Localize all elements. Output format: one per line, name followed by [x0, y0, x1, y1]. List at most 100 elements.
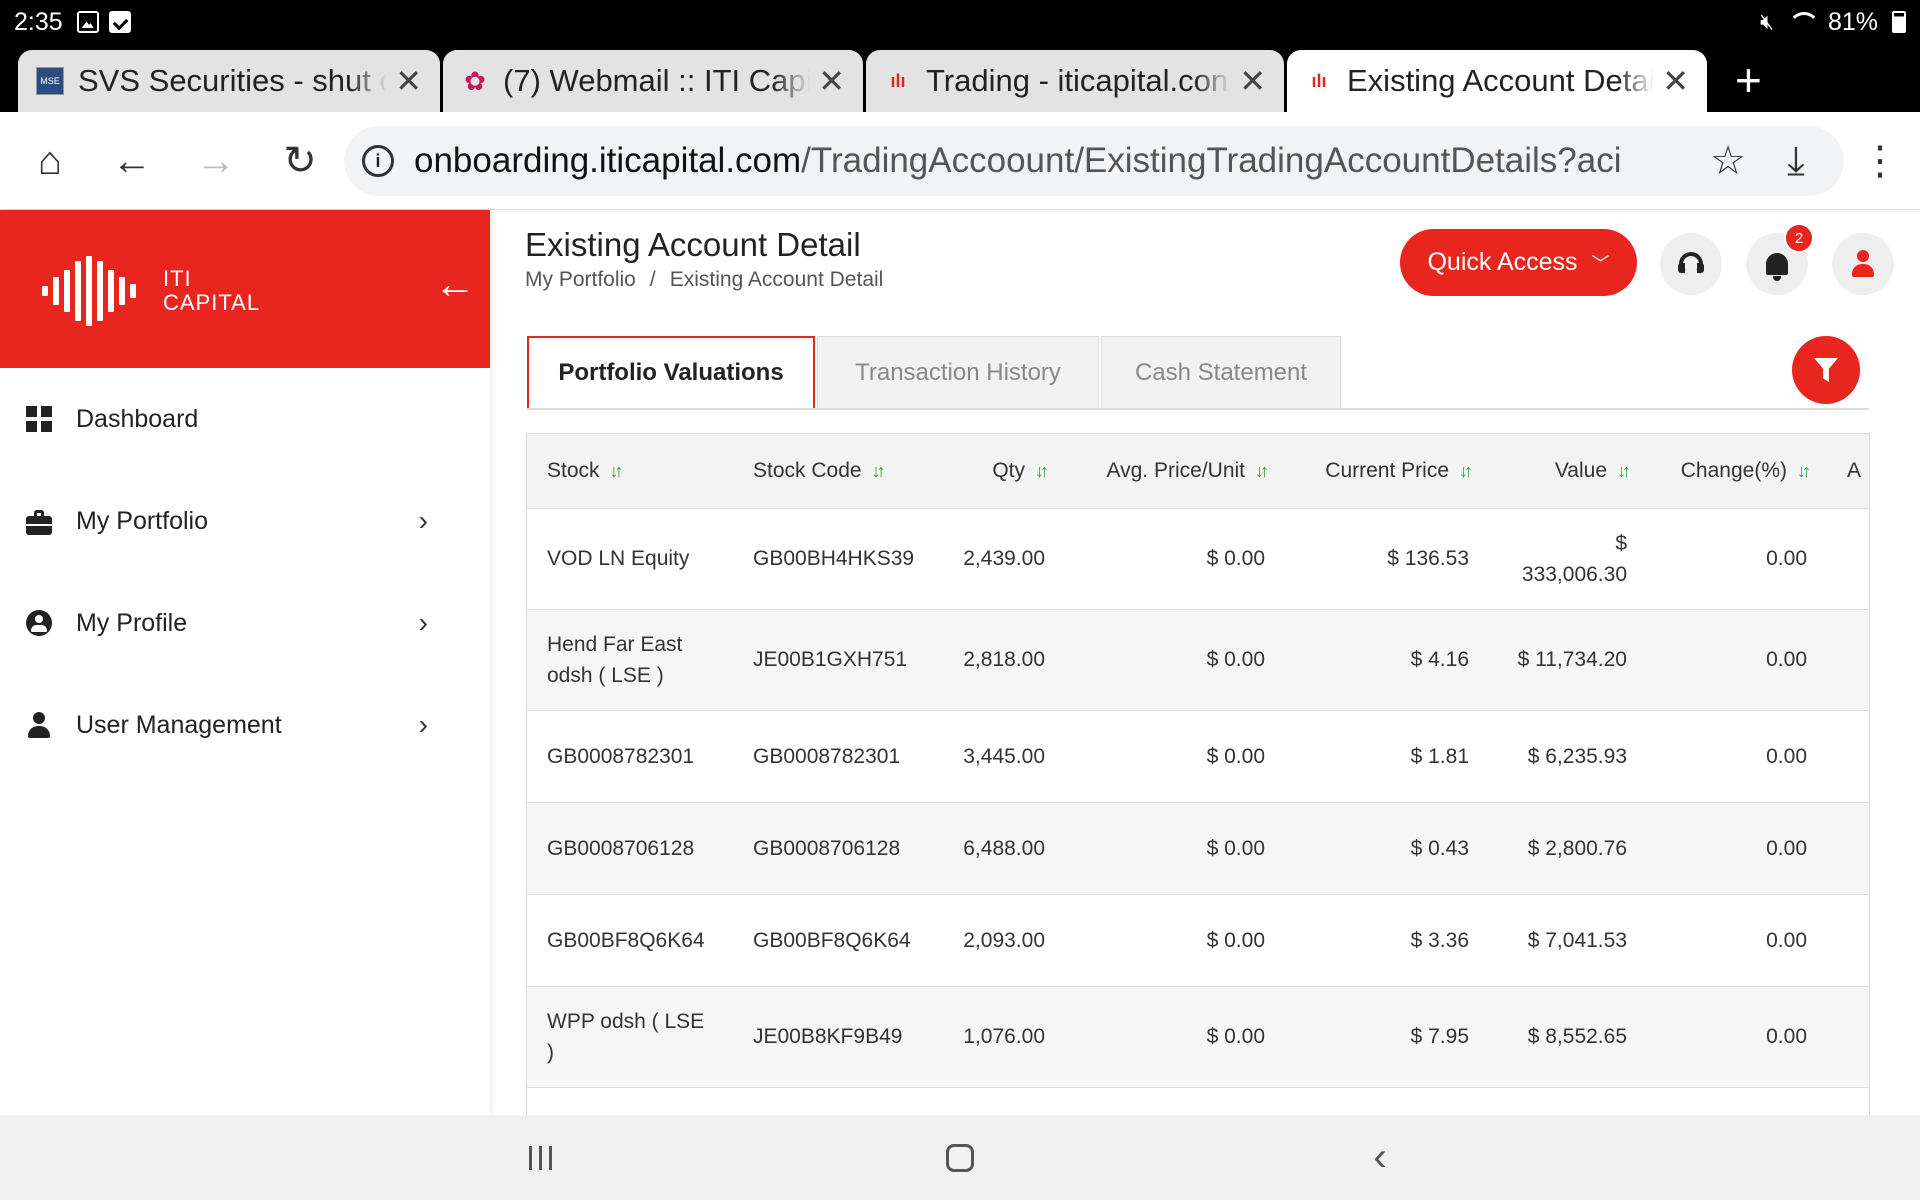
url-text[interactable]: onboarding.iticapital.com/TradingAccooun… — [414, 141, 1764, 181]
system-back-button[interactable]: ‹ — [1340, 1115, 1420, 1200]
collapse-sidebar-arrow-icon[interactable]: ← — [434, 260, 476, 308]
table-row[interactable]: VOD LN Equity GB00BH4HKS39 2,439.00 $ 0.… — [527, 508, 1869, 610]
cell-extra — [1827, 609, 1869, 711]
close-icon[interactable]: ✕ — [1662, 62, 1689, 100]
sort-arrows-icon[interactable]: ↓↑ — [1797, 461, 1811, 481]
tab-cash-statement[interactable]: Cash Statement — [1101, 336, 1341, 410]
table-row[interactable]: GB00BF8Q6K64 GB00BF8Q6K64 2,093.00 $ 0.0… — [527, 894, 1869, 987]
sidebar-item-my-portfolio[interactable]: My Portfolio › — [0, 470, 490, 572]
address-bar[interactable]: i onboarding.iticapital.com/TradingAccoo… — [344, 126, 1844, 196]
back-arrow-icon[interactable]: ← — [102, 112, 162, 210]
cell-avg-price: $ 0.00 — [1065, 508, 1285, 610]
new-tab-plus-icon[interactable]: + — [1735, 54, 1762, 106]
column-header-current-price[interactable]: Current Price ↓↑ — [1285, 434, 1489, 509]
cell-current-price: $ 3.36 — [1285, 894, 1489, 987]
cell-change: 0.00 — [1647, 802, 1827, 895]
chevron-down-icon: ﹀ — [1591, 253, 1610, 274]
sidebar-item-label: My Portfolio — [76, 506, 208, 535]
page-title: Existing Account Detail — [525, 226, 861, 263]
browser-tab-strip: MSE SVS Securities - shut d ✕ ✿ (7) Webm… — [0, 44, 1920, 112]
close-icon[interactable]: ✕ — [1239, 62, 1266, 100]
browser-tab-webmail[interactable]: ✿ (7) Webmail :: ITI Capi ✕ — [443, 50, 863, 112]
sidebar-item-user-management[interactable]: User Management › — [0, 674, 490, 776]
cell-stock-code: JE00B1GXH751 — [733, 609, 943, 711]
bell-icon — [1766, 253, 1788, 281]
user-account-button[interactable] — [1832, 233, 1894, 295]
browser-tab-existing-account[interactable]: ılı Existing Account Detai ✕ — [1287, 50, 1707, 112]
tab-title: Trading - iticapital.con — [926, 63, 1229, 98]
table-row[interactable] — [527, 1087, 1869, 1115]
close-icon[interactable]: ✕ — [395, 62, 422, 100]
sort-arrows-icon[interactable]: ↓↑ — [1035, 461, 1049, 481]
column-header-a[interactable]: A — [1827, 434, 1869, 509]
column-header-avg-price[interactable]: Avg. Price/Unit ↓↑ — [1065, 434, 1285, 509]
table-row[interactable]: WPP odsh ( LSE ) JE00B8KF9B49 1,076.00 $… — [527, 986, 1869, 1088]
breadcrumb: My Portfolio / Existing Account Detail — [525, 268, 883, 292]
forward-arrow-icon[interactable]: → — [186, 112, 246, 210]
logo-text-iti: ITI — [163, 266, 192, 291]
sort-arrows-icon[interactable]: ↓↑ — [872, 461, 886, 481]
reload-icon[interactable]: ↻ — [270, 112, 330, 210]
quick-access-button[interactable]: Quick Access ﹀ — [1400, 229, 1637, 296]
tab-title: SVS Securities - shut d — [78, 63, 388, 98]
site-info-icon[interactable]: i — [362, 145, 394, 177]
chevron-right-icon: › — [418, 709, 428, 740]
close-icon[interactable]: ✕ — [818, 62, 845, 100]
cell-current-price: $ 4.16 — [1285, 609, 1489, 711]
breadcrumb-current: Existing Account Detail — [669, 268, 884, 291]
bookmark-star-icon[interactable]: ☆ — [1700, 112, 1756, 210]
recent-apps-icon — [528, 1145, 552, 1170]
cell-qty: 3,445.00 — [943, 710, 1065, 803]
column-header-stock-code[interactable]: Stock Code ↓↑ — [733, 434, 943, 509]
chevron-right-icon: › — [418, 607, 428, 638]
browser-tab-svs[interactable]: MSE SVS Securities - shut d ✕ — [18, 50, 440, 112]
sort-arrows-icon[interactable]: ↓↑ — [610, 461, 624, 481]
cell-qty: 2,093.00 — [943, 894, 1065, 987]
column-header-change[interactable]: Change(%) ↓↑ — [1647, 434, 1827, 509]
portfolio-table-container[interactable]: Stock ↓↑ Stock Code ↓↑ Qty ↓↑ Avg. Price/Un… — [526, 433, 1870, 1115]
table-row[interactable]: Hend Far East odsh ( LSE ) JE00B1GXH751 … — [527, 609, 1869, 711]
sort-arrows-icon[interactable]: ↓↑ — [1617, 461, 1631, 481]
column-header-qty[interactable]: Qty ↓↑ — [943, 434, 1065, 509]
table-row[interactable]: GB0008706128 GB0008706128 6,488.00 $ 0.0… — [527, 802, 1869, 895]
cell-change: 0.00 — [1647, 986, 1827, 1088]
cell-stock-code: GB00BH4HKS39 — [733, 508, 943, 610]
tab-portfolio-valuations[interactable]: Portfolio Valuations — [527, 336, 815, 410]
column-header-stock[interactable]: Stock ↓↑ — [527, 434, 733, 509]
brand-header: ITI CAPITAL ← — [0, 210, 490, 368]
sidebar-item-my-profile[interactable]: My Profile › — [0, 572, 490, 674]
cell-avg-price: $ 0.00 — [1065, 986, 1285, 1088]
table-row[interactable]: GB0008782301 GB0008782301 3,445.00 $ 0.0… — [527, 710, 1869, 803]
browser-toolbar: ⌂ ← → ↻ i onboarding.iticapital.com/Trad… — [0, 112, 1920, 210]
logo-text-capital: CAPITAL — [163, 290, 261, 315]
cell-avg-price: $ 0.00 — [1065, 609, 1285, 711]
menu-kebab-icon[interactable]: ⋮ — [1858, 112, 1902, 210]
sort-arrows-icon[interactable]: ↓↑ — [1255, 461, 1269, 481]
home-icon[interactable]: ⌂ — [20, 112, 80, 210]
cell-extra — [1827, 986, 1869, 1088]
sidebar-item-dashboard[interactable]: Dashboard — [0, 368, 490, 470]
column-header-value[interactable]: Value ↓↑ — [1489, 434, 1647, 509]
cell-extra — [1827, 802, 1869, 895]
home-button[interactable] — [920, 1115, 1000, 1200]
support-button[interactable] — [1660, 233, 1722, 295]
notifications-button[interactable]: 2 — [1746, 223, 1814, 295]
tab-transaction-history[interactable]: Transaction History — [817, 336, 1099, 410]
recent-apps-button[interactable] — [500, 1115, 580, 1200]
filter-funnel-icon — [1814, 358, 1838, 382]
cell-qty: 2,818.00 — [943, 609, 1065, 711]
iti-icon: ılı — [1311, 70, 1327, 91]
cell-extra — [1827, 894, 1869, 987]
download-icon[interactable]: ⤓ — [1768, 112, 1824, 210]
filter-button[interactable] — [1792, 336, 1860, 404]
system-navigation-bar: ‹ — [0, 1115, 1920, 1200]
mute-icon: 🔇︎ — [1760, 9, 1774, 34]
cell-stock-code: GB00BF8Q6K64 — [733, 894, 943, 987]
content-tabs: Portfolio Valuations Transaction History… — [527, 336, 1343, 410]
status-bar: 2:35 🔇︎ 81% — [0, 0, 1920, 44]
browser-tab-trading[interactable]: ılı Trading - iticapital.con ✕ — [866, 50, 1284, 112]
mse-icon: MSE — [36, 67, 64, 95]
sort-arrows-icon[interactable]: ↓↑ — [1459, 461, 1473, 481]
cell-current-price: $ 0.43 — [1285, 802, 1489, 895]
breadcrumb-my-portfolio[interactable]: My Portfolio — [525, 268, 636, 292]
